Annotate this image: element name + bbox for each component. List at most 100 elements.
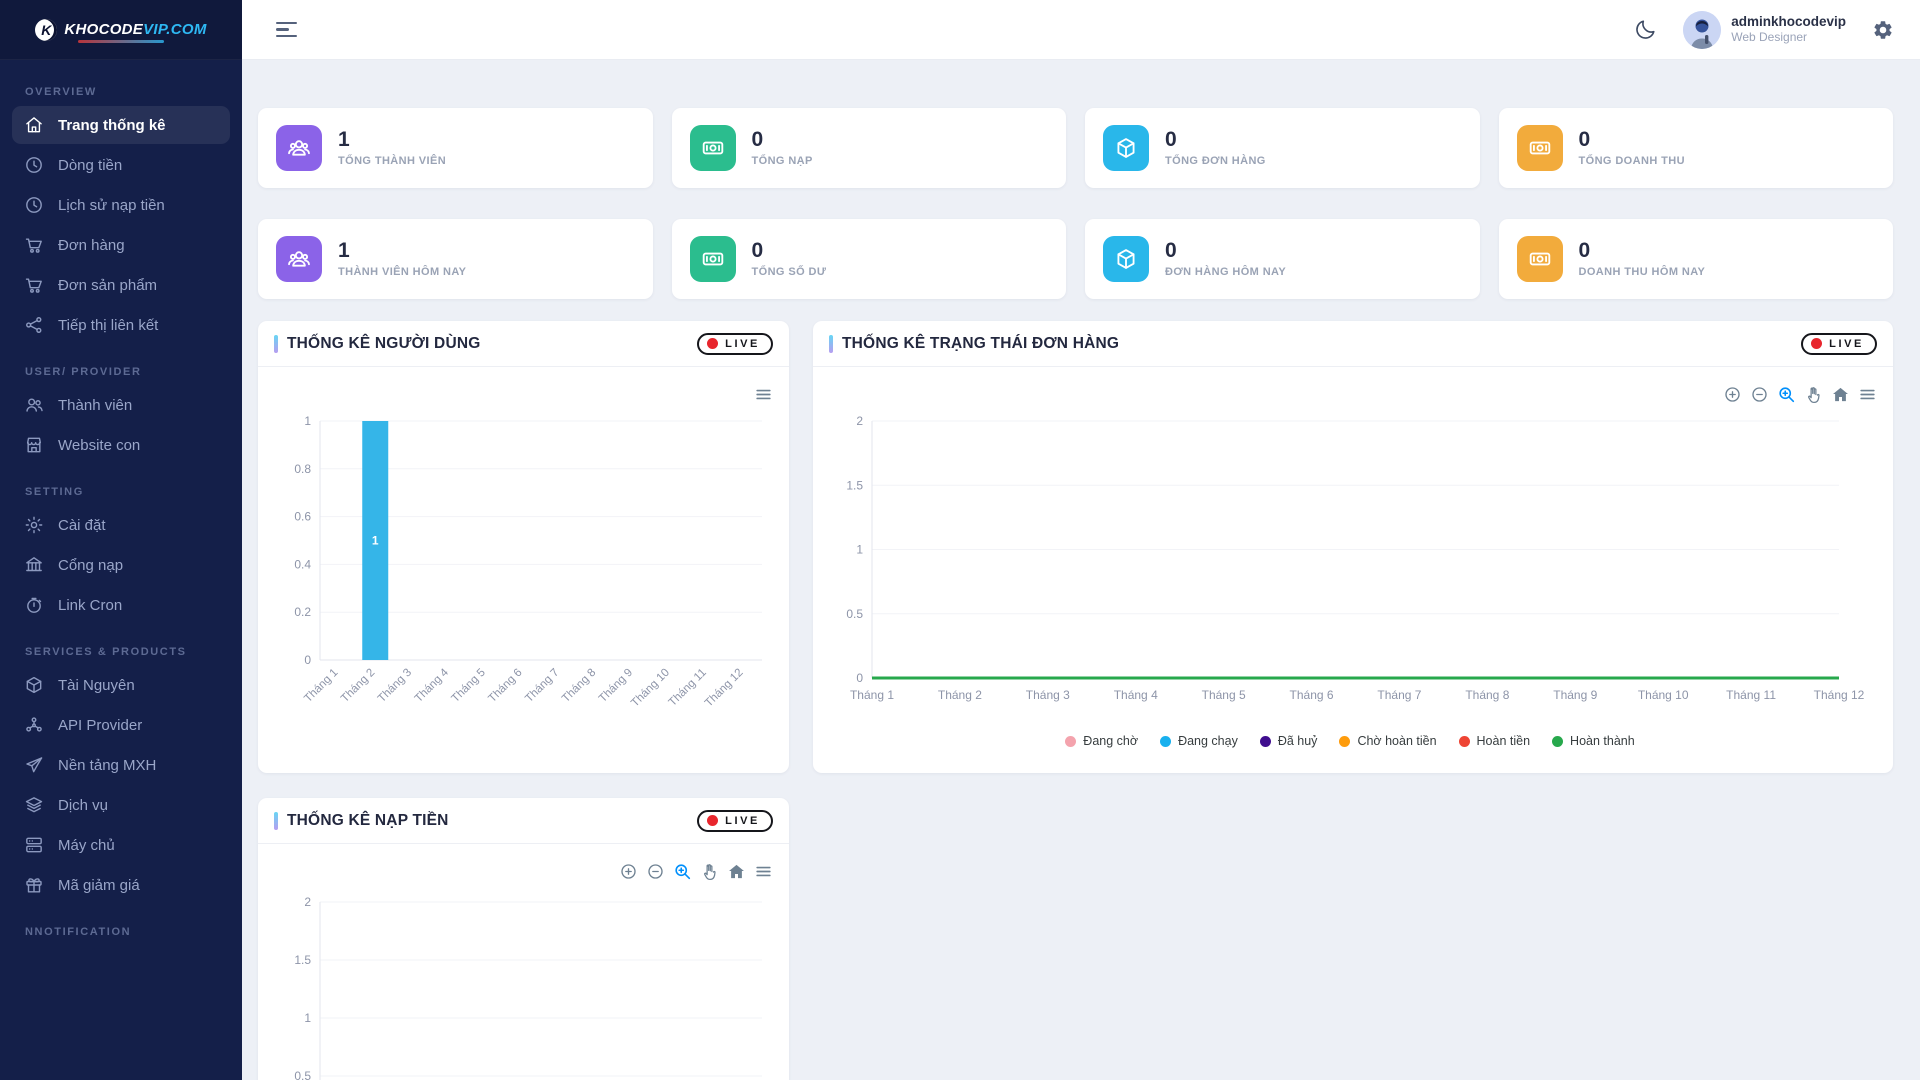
legend-item[interactable]: Hoàn thành bbox=[1552, 734, 1635, 748]
svg-text:1.5: 1.5 bbox=[846, 478, 863, 492]
svg-text:0.6: 0.6 bbox=[294, 510, 311, 524]
settings-gear-icon[interactable] bbox=[1872, 19, 1894, 41]
svg-text:2: 2 bbox=[304, 895, 311, 909]
sidebar-item-users-0[interactable]: Thành viên bbox=[12, 386, 230, 424]
legend-item[interactable]: Hoàn tiền bbox=[1459, 734, 1531, 748]
stat-value: 0 bbox=[752, 129, 813, 151]
title-accent-bar bbox=[829, 335, 833, 353]
svg-text:Tháng 12: Tháng 12 bbox=[703, 667, 746, 710]
users-bar-chart-svg: 00.20.40.60.81Tháng 1Tháng 21Tháng 3Thán… bbox=[264, 375, 777, 747]
stat-card: 1 TỔNG THÀNH VIÊN bbox=[258, 108, 653, 188]
reset-home-icon[interactable] bbox=[1831, 385, 1850, 404]
sidebar-item-box-0[interactable]: Tài Nguyên bbox=[12, 666, 230, 704]
zoom-in-icon[interactable] bbox=[619, 862, 638, 881]
sidebar-item-gift-5[interactable]: Mã giảm giá bbox=[12, 866, 230, 904]
sidebar-item-plane-2[interactable]: Nền tảng MXH bbox=[12, 746, 230, 784]
selection-zoom-icon[interactable] bbox=[673, 862, 692, 881]
sidebar-item-label: Đơn hàng bbox=[58, 237, 125, 254]
sidebar-item-label: API Provider bbox=[58, 717, 142, 734]
svg-text:0.2: 0.2 bbox=[294, 605, 311, 619]
sidebar-section-label: OVERVIEW bbox=[25, 86, 242, 98]
sidebar-item-label: Website con bbox=[58, 437, 140, 454]
stat-value: 1 bbox=[338, 240, 466, 262]
box-icon bbox=[24, 675, 44, 695]
user-menu[interactable]: adminkhocodevip Web Designer bbox=[1683, 11, 1846, 49]
svg-text:0.8: 0.8 bbox=[294, 462, 311, 476]
legend-item[interactable]: Đang chờ bbox=[1065, 734, 1138, 748]
zoom-out-icon[interactable] bbox=[1750, 385, 1769, 404]
live-badge: LIVE bbox=[697, 810, 773, 832]
chart-toolbar bbox=[754, 385, 773, 404]
legend-item[interactable]: Chờ hoàn tiền bbox=[1339, 734, 1436, 748]
legend-item[interactable]: Đã huỷ bbox=[1260, 734, 1318, 748]
svg-text:1: 1 bbox=[304, 414, 311, 428]
sidebar-item-clock-2[interactable]: Lịch sử nạp tiền bbox=[12, 186, 230, 224]
zoom-out-icon[interactable] bbox=[646, 862, 665, 881]
menu-icon[interactable] bbox=[1858, 385, 1877, 404]
brand-logo[interactable]: K KHOCODEVIP.COM bbox=[0, 0, 242, 60]
pan-icon[interactable] bbox=[1804, 385, 1823, 404]
sidebar-item-home-0[interactable]: Trang thống kê bbox=[12, 106, 230, 144]
sidebar-item-cart-4[interactable]: Đơn sản phẩm bbox=[12, 266, 230, 304]
server-icon bbox=[24, 835, 44, 855]
sidebar-item-label: Cổng nạp bbox=[58, 557, 123, 574]
menu-icon[interactable] bbox=[754, 862, 773, 881]
svg-text:Tháng 10: Tháng 10 bbox=[629, 667, 672, 710]
live-badge: LIVE bbox=[697, 333, 773, 355]
topup-stats-card: THỐNG KÊ NẠP TIỀN LIVE 00.511.52Tháng 1T… bbox=[258, 798, 789, 1080]
legend-dot bbox=[1339, 736, 1350, 747]
sidebar-section-label: SETTING bbox=[25, 486, 242, 498]
dark-mode-moon-icon[interactable] bbox=[1634, 18, 1657, 41]
gear-icon bbox=[24, 515, 44, 535]
cash-icon bbox=[1517, 125, 1563, 171]
cash-icon bbox=[690, 125, 736, 171]
sidebar-item-clock-1[interactable]: Dòng tiền bbox=[12, 146, 230, 184]
sidebar-item-layers-3[interactable]: Dịch vụ bbox=[12, 786, 230, 824]
zoom-in-icon[interactable] bbox=[1723, 385, 1742, 404]
pan-icon[interactable] bbox=[700, 862, 719, 881]
sidebar-item-label: Mã giảm giá bbox=[58, 877, 140, 894]
timer-icon bbox=[24, 595, 44, 615]
svg-text:Tháng 3: Tháng 3 bbox=[376, 667, 414, 705]
stat-label: TỔNG ĐƠN HÀNG bbox=[1165, 155, 1266, 167]
legend-item[interactable]: Đang chạy bbox=[1160, 734, 1238, 748]
svg-text:Tháng 2: Tháng 2 bbox=[339, 667, 377, 705]
sidebar-item-timer-2[interactable]: Link Cron bbox=[12, 586, 230, 624]
stat-card: 0 DOANH THU HÔM NAY bbox=[1499, 219, 1894, 299]
svg-text:Tháng 5: Tháng 5 bbox=[450, 667, 488, 705]
sidebar-item-gear-0[interactable]: Cài đặt bbox=[12, 506, 230, 544]
svg-text:0.5: 0.5 bbox=[294, 1069, 311, 1080]
stat-card: 0 ĐƠN HÀNG HÔM NAY bbox=[1085, 219, 1480, 299]
menu-icon[interactable] bbox=[754, 385, 773, 404]
svg-text:0: 0 bbox=[304, 653, 311, 667]
sidebar-toggle-menu-icon[interactable] bbox=[276, 22, 297, 37]
sidebar-item-cart-3[interactable]: Đơn hàng bbox=[12, 226, 230, 264]
svg-text:1: 1 bbox=[856, 543, 863, 557]
sidebar-item-server-4[interactable]: Máy chủ bbox=[12, 826, 230, 864]
svg-text:0: 0 bbox=[856, 671, 863, 685]
stat-card: 0 TỔNG ĐƠN HÀNG bbox=[1085, 108, 1480, 188]
cash-icon bbox=[1517, 236, 1563, 282]
stats-grid: 1 TỔNG THÀNH VIÊN 0 TỔNG NẠP 0 TỔNG ĐƠN … bbox=[258, 108, 1893, 299]
stat-label: THÀNH VIÊN HÔM NAY bbox=[338, 266, 466, 278]
sidebar-item-api-1[interactable]: API Provider bbox=[12, 706, 230, 744]
svg-text:Tháng 4: Tháng 4 bbox=[1114, 688, 1158, 702]
cube-icon bbox=[1103, 236, 1149, 282]
svg-text:Tháng 3: Tháng 3 bbox=[1026, 688, 1070, 702]
order-status-chart-title: THỐNG KÊ TRẠNG THÁI ĐƠN HÀNG bbox=[842, 335, 1119, 353]
brand-logo-icon: K bbox=[35, 19, 57, 41]
sidebar-item-share-5[interactable]: Tiếp thị liên kết bbox=[12, 306, 230, 344]
gift-icon bbox=[24, 875, 44, 895]
avatar bbox=[1683, 11, 1721, 49]
legend-dot bbox=[1459, 736, 1470, 747]
sidebar-item-store-1[interactable]: Website con bbox=[12, 426, 230, 464]
reset-home-icon[interactable] bbox=[727, 862, 746, 881]
stat-card: 0 TỔNG DOANH THU bbox=[1499, 108, 1894, 188]
sidebar-item-bank-1[interactable]: Cổng nạp bbox=[12, 546, 230, 584]
selection-zoom-icon[interactable] bbox=[1777, 385, 1796, 404]
sidebar-section-label: USER/ PROVIDER bbox=[25, 366, 242, 378]
live-dot bbox=[1811, 338, 1822, 349]
svg-text:Tháng 1: Tháng 1 bbox=[302, 667, 340, 705]
title-accent-bar bbox=[274, 812, 278, 830]
clock-icon bbox=[24, 155, 44, 175]
